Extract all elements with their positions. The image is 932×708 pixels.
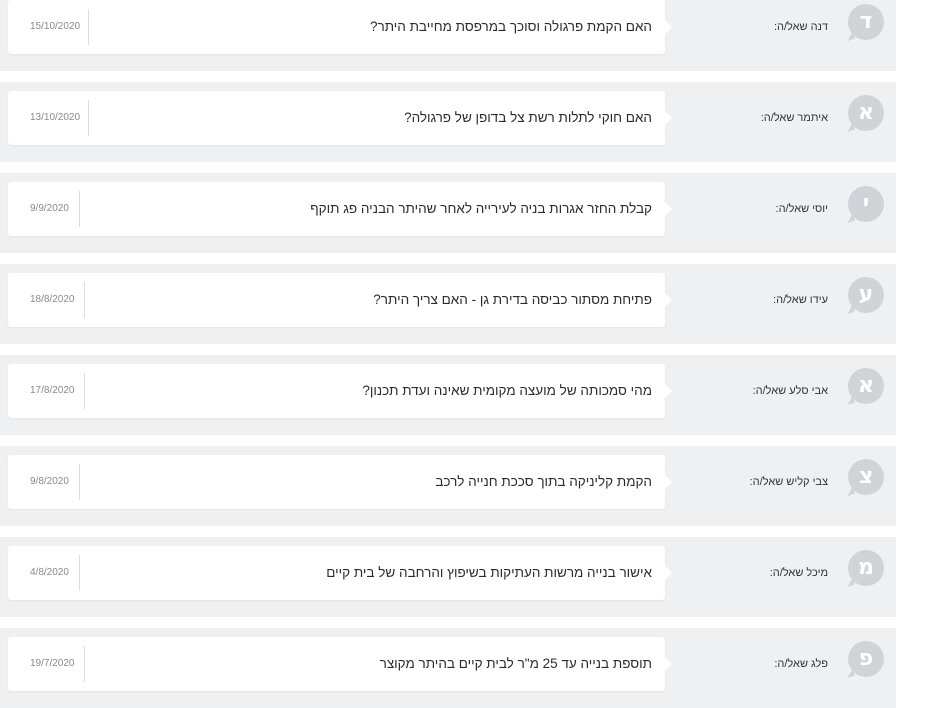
- question-row: אישור בנייה מרשות העתיקות בשיפוץ והרחבה …: [0, 537, 896, 617]
- question-date: 4/8/2020: [30, 567, 69, 578]
- question-row: פתיחת מסתור כביסה בדירת גן - האם צריך הי…: [0, 264, 896, 344]
- question-date: 9/8/2020: [30, 476, 69, 487]
- question-date: 9/9/2020: [30, 203, 69, 214]
- question-row: מהי סמכותה של מועצה מקומית שאינה ועדת תכ…: [0, 355, 896, 435]
- question-row: קבלת החזר אגרות בניה לעירייה לאחר שהיתר …: [0, 173, 896, 253]
- avatar-speech-bubble-icon: צ: [848, 459, 884, 495]
- question-card[interactable]: הקמת קליניקה בתוך סככת חנייה לרכב 9/8/20…: [8, 455, 672, 509]
- divider: [79, 555, 80, 591]
- asker-name: יוסי שאל/ה:: [775, 203, 828, 215]
- asker-name: עידו שאל/ה:: [773, 294, 828, 306]
- divider: [79, 191, 80, 227]
- question-date: 18/8/2020: [30, 294, 75, 305]
- question-date: 13/10/2020: [30, 112, 81, 123]
- question-link[interactable]: פתיחת מסתור כביסה בדירת גן - האם צריך הי…: [373, 273, 652, 327]
- question-date: 15/10/2020: [30, 21, 81, 32]
- asker-name: צבי קליש שאל/ה:: [749, 476, 828, 488]
- asker-name: איתמר שאל/ה:: [760, 112, 828, 124]
- question-link[interactable]: מהי סמכותה של מועצה מקומית שאינה ועדת תכ…: [362, 364, 652, 418]
- question-link[interactable]: תוספת בנייה עד 25 מ"ר לבית קיים בהיתר מק…: [380, 637, 652, 691]
- question-card[interactable]: תוספת בנייה עד 25 מ"ר לבית קיים בהיתר מק…: [8, 637, 672, 691]
- divider: [88, 9, 89, 45]
- divider: [84, 282, 85, 318]
- question-row: האם הקמת פרגולה וסוכך במרפסת מחייבת היתר…: [0, 0, 896, 71]
- divider: [79, 464, 80, 500]
- question-link[interactable]: האם הקמת פרגולה וסוכך במרפסת מחייבת היתר…: [370, 0, 652, 54]
- divider: [88, 100, 89, 136]
- question-link[interactable]: אישור בנייה מרשות העתיקות בשיפוץ והרחבה …: [326, 546, 652, 600]
- avatar-speech-bubble-icon: א: [848, 368, 884, 404]
- avatar-speech-bubble-icon: פ: [848, 641, 884, 677]
- avatar-speech-bubble-icon: א: [848, 95, 884, 131]
- asker-name: מיכל שאל/ה:: [769, 567, 828, 579]
- divider: [84, 373, 85, 409]
- question-card[interactable]: מהי סמכותה של מועצה מקומית שאינה ועדת תכ…: [8, 364, 672, 418]
- avatar-speech-bubble-icon: ד: [848, 4, 884, 40]
- question-card[interactable]: האם הקמת פרגולה וסוכך במרפסת מחייבת היתר…: [8, 0, 672, 54]
- avatar-speech-bubble-icon: ע: [848, 277, 884, 313]
- avatar-speech-bubble-icon: י: [848, 186, 884, 222]
- asker-name: אבי סלע שאל/ה:: [752, 385, 828, 397]
- avatar-speech-bubble-icon: מ: [848, 550, 884, 586]
- question-card[interactable]: פתיחת מסתור כביסה בדירת גן - האם צריך הי…: [8, 273, 672, 327]
- divider: [84, 646, 85, 682]
- asker-name: דנה שאל/ה:: [773, 21, 828, 33]
- asker-name: פלג שאל/ה:: [774, 658, 828, 670]
- question-row: הקמת קליניקה בתוך סככת חנייה לרכב 9/8/20…: [0, 446, 896, 526]
- question-row: האם חוקי לתלות רשת צל בדופן של פרגולה? 1…: [0, 82, 896, 162]
- question-link[interactable]: האם חוקי לתלות רשת צל בדופן של פרגולה?: [404, 91, 652, 145]
- question-row: תוספת בנייה עד 25 מ"ר לבית קיים בהיתר מק…: [0, 628, 896, 708]
- question-card[interactable]: קבלת החזר אגרות בניה לעירייה לאחר שהיתר …: [8, 182, 672, 236]
- question-date: 17/8/2020: [30, 385, 75, 396]
- question-card[interactable]: האם חוקי לתלות רשת צל בדופן של פרגולה? 1…: [8, 91, 672, 145]
- question-date: 19/7/2020: [30, 658, 75, 669]
- question-link[interactable]: הקמת קליניקה בתוך סככת חנייה לרכב: [435, 455, 652, 509]
- question-link[interactable]: קבלת החזר אגרות בניה לעירייה לאחר שהיתר …: [310, 182, 652, 236]
- question-card[interactable]: אישור בנייה מרשות העתיקות בשיפוץ והרחבה …: [8, 546, 672, 600]
